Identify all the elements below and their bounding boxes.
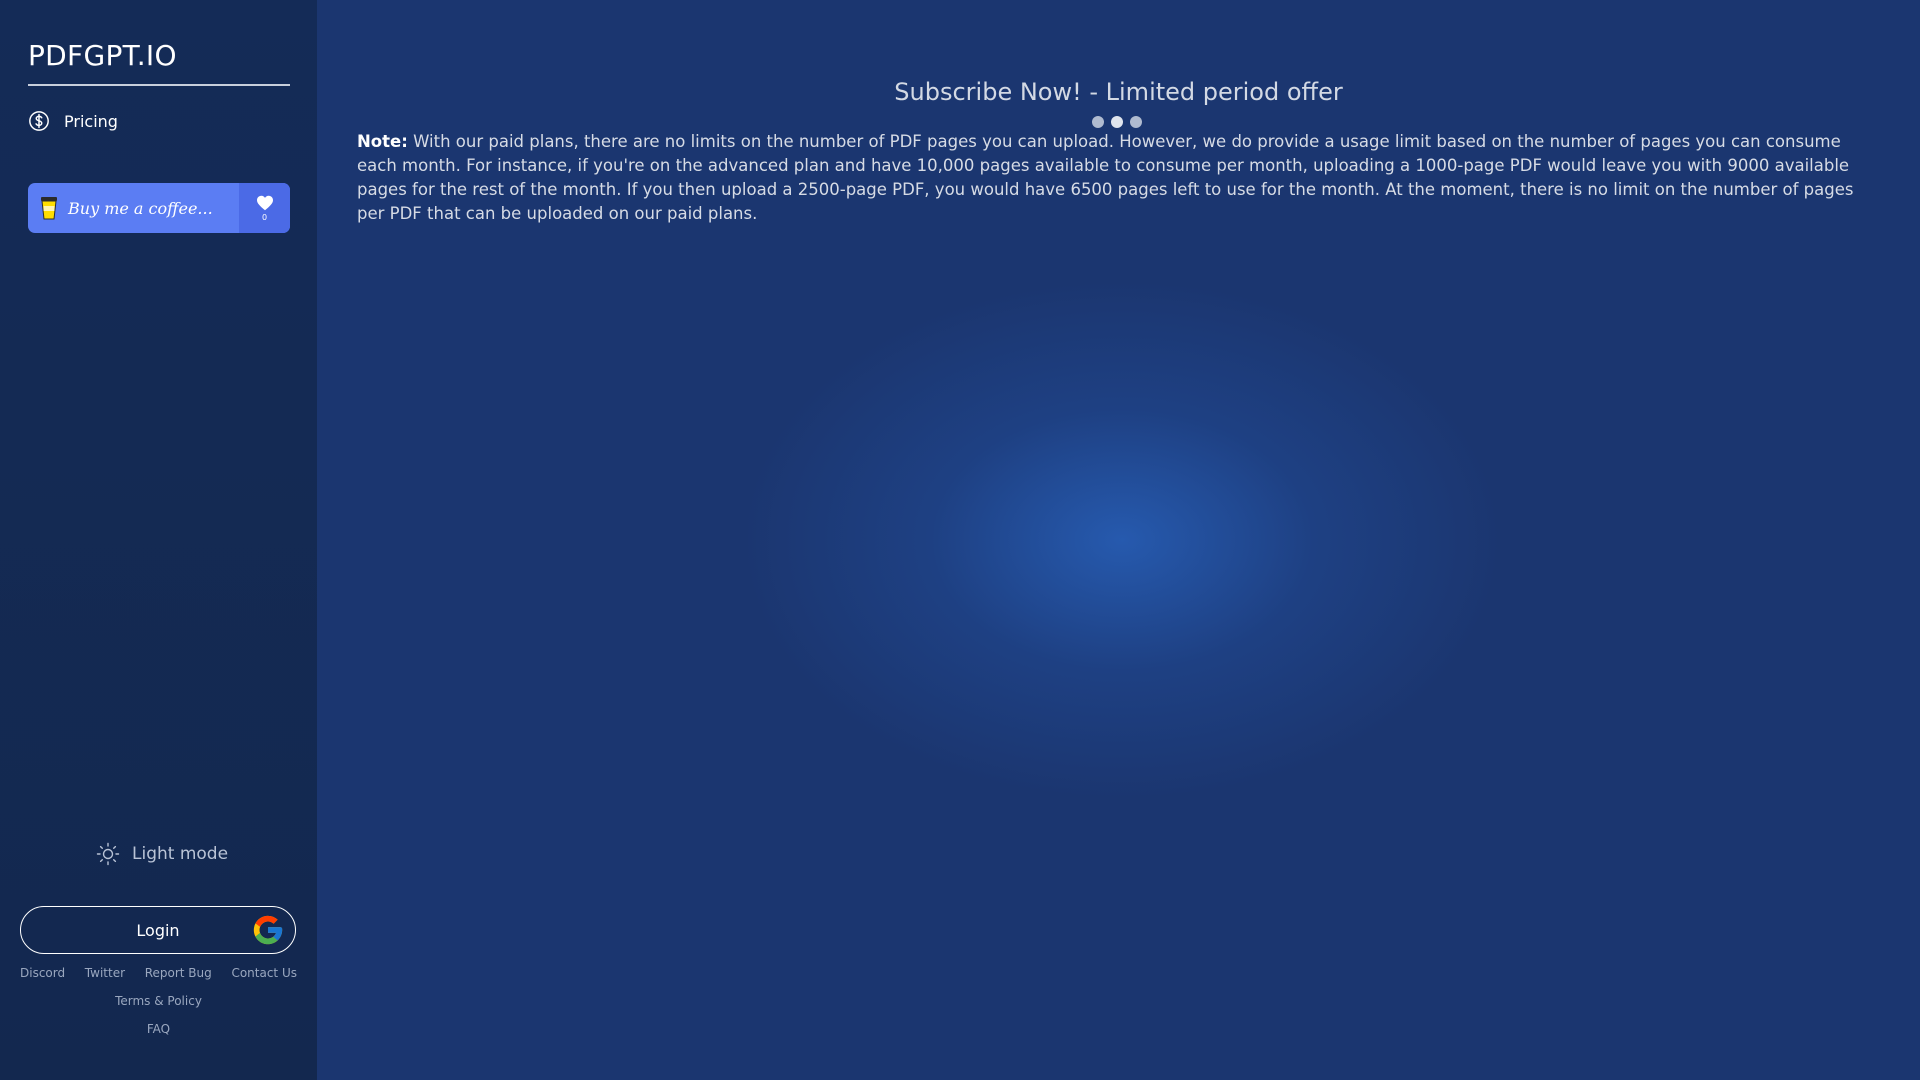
footer-links: Discord Twitter Report Bug Contact Us: [20, 966, 297, 980]
dollar-circle-icon: [29, 111, 49, 131]
sidebar-item-label: Pricing: [64, 111, 118, 131]
coffee-like[interactable]: 0: [239, 183, 290, 233]
app-logo[interactable]: PDFGPT.IO: [28, 36, 290, 86]
footer-faq-row: FAQ: [0, 1022, 317, 1036]
google-icon: [253, 915, 283, 945]
light-mode-label: Light mode: [132, 844, 229, 864]
login-button[interactable]: Login: [20, 906, 296, 954]
terms-link[interactable]: Terms & Policy: [115, 994, 202, 1008]
twitter-link[interactable]: Twitter: [85, 966, 125, 980]
note-text: With our paid plans, there are no limits…: [357, 132, 1854, 223]
loading-dot: [1130, 116, 1142, 128]
sidebar-item-pricing[interactable]: Pricing: [28, 106, 118, 136]
coffee-label: Buy me a coffee...: [68, 198, 213, 218]
loading-dot: [1111, 116, 1123, 128]
login-label: Login: [136, 920, 180, 940]
main-content: Subscribe Now! - Limited period offer No…: [317, 0, 1920, 1080]
note-label: Note:: [357, 132, 408, 151]
coffee-cup-icon: [41, 197, 57, 220]
usage-note: Note: With our paid plans, there are no …: [357, 130, 1877, 226]
faq-link[interactable]: FAQ: [147, 1022, 170, 1036]
loading-indicator: [1092, 116, 1142, 128]
sidebar: PDFGPT.IO Pricing Buy me a coffee... 0 L…: [0, 0, 317, 1080]
loading-dot: [1092, 116, 1104, 128]
light-mode-toggle[interactable]: Light mode: [96, 840, 228, 868]
contact-us-link[interactable]: Contact Us: [231, 966, 297, 980]
sun-icon: [96, 842, 120, 866]
buy-me-a-coffee-button[interactable]: Buy me a coffee... 0: [28, 183, 290, 233]
heart-icon: [256, 195, 273, 210]
coffee-main: Buy me a coffee...: [28, 183, 239, 233]
footer-terms-row: Terms & Policy: [0, 994, 317, 1008]
coffee-count: 0: [261, 212, 268, 222]
page-title: Subscribe Now! - Limited period offer: [894, 78, 1343, 106]
discord-link[interactable]: Discord: [20, 966, 65, 980]
report-bug-link[interactable]: Report Bug: [145, 966, 212, 980]
